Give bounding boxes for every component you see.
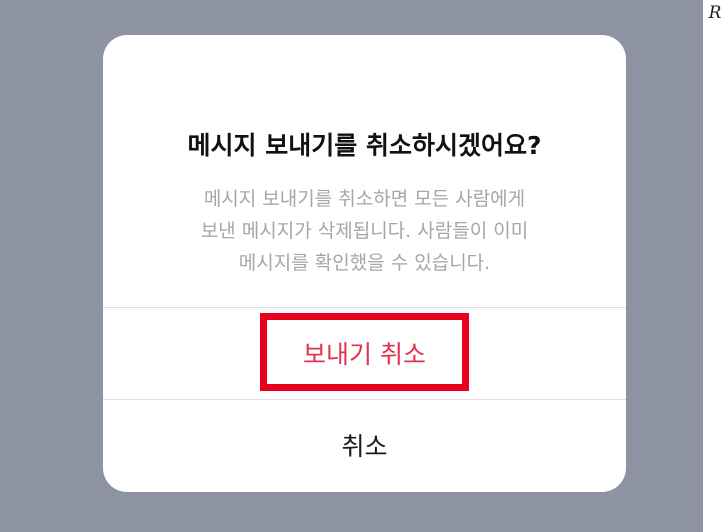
dialog-title: 메시지 보내기를 취소하시겠어요? <box>187 131 542 160</box>
unsend-confirm-dialog: 메시지 보내기를 취소하시겠어요? 메시지 보내기를 취소하면 모든 사람에게 … <box>103 35 626 492</box>
cancel-button[interactable]: 취소 <box>103 400 626 490</box>
watermark-logo: R <box>708 3 722 23</box>
dialog-message-line: 메시지를 확인했을 수 있습니다. <box>238 252 491 274</box>
highlight-annotation-box <box>260 313 469 391</box>
dialog-message-line: 보낸 메시지가 삭제됩니다. 사람들이 이미 <box>200 220 529 242</box>
dialog-message-line: 메시지 보내기를 취소하면 모든 사람에게 <box>203 188 526 210</box>
dialog-message: 메시지 보내기를 취소하면 모든 사람에게 보낸 메시지가 삭제됩니다. 사람들… <box>133 183 596 279</box>
